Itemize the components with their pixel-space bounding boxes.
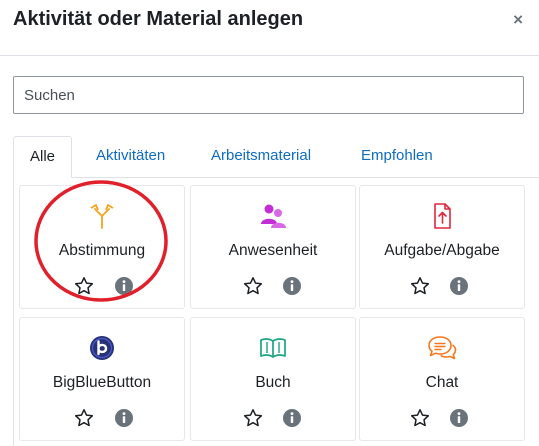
assignment-icon <box>360 202 524 230</box>
book-icon <box>191 334 355 362</box>
tab-all[interactable]: Alle <box>13 136 73 178</box>
attendance-icon <box>191 202 355 230</box>
info-icon[interactable] <box>282 408 302 433</box>
module-label: BigBlueButton <box>52 374 152 391</box>
module-card-abstimmung[interactable]: Abstimmung <box>19 185 185 309</box>
module-card-buch[interactable]: Buch <box>190 317 356 441</box>
star-icon[interactable] <box>410 276 430 301</box>
module-label: Aufgabe/Abgabe <box>384 242 500 259</box>
tab-panel: Abstimmung Anwesenheit Aufgabe/Abgabe Bi… <box>13 177 539 446</box>
star-icon[interactable] <box>243 408 263 433</box>
module-label: Chat <box>425 374 459 391</box>
info-icon[interactable] <box>449 408 469 433</box>
info-icon[interactable] <box>114 408 134 433</box>
chat-icon <box>360 334 524 362</box>
info-icon[interactable] <box>449 276 469 301</box>
module-card-bigbluebutton[interactable]: BigBlueButton <box>19 317 185 441</box>
module-label: Abstimmung <box>58 242 146 259</box>
star-icon[interactable] <box>74 408 94 433</box>
dialog-title: Aktivität oder Material anlegen <box>13 8 304 30</box>
tab-bar: Alle Aktivitäten Arbeitsmaterial Empfohl… <box>13 136 539 178</box>
bigbluebutton-icon <box>20 334 184 362</box>
choice-icon <box>20 202 184 230</box>
star-icon[interactable] <box>243 276 263 301</box>
dialog-header: Aktivität oder Material anlegen × <box>0 0 539 56</box>
module-card-aufgabe[interactable]: Aufgabe/Abgabe <box>359 185 525 309</box>
info-icon[interactable] <box>114 276 134 301</box>
module-label: Buch <box>255 374 291 391</box>
star-icon[interactable] <box>410 408 430 433</box>
tab-recommended[interactable]: Empfohlen <box>345 136 449 178</box>
star-icon[interactable] <box>74 276 94 301</box>
close-icon[interactable]: × <box>513 10 523 30</box>
info-icon[interactable] <box>282 276 302 301</box>
module-card-anwesenheit[interactable]: Anwesenheit <box>190 185 356 309</box>
tab-activities[interactable]: Aktivitäten <box>80 136 181 178</box>
module-label: Anwesenheit <box>228 242 318 259</box>
module-card-chat[interactable]: Chat <box>359 317 525 441</box>
search-input[interactable] <box>13 76 524 114</box>
tab-resources[interactable]: Arbeitsmaterial <box>195 136 327 178</box>
